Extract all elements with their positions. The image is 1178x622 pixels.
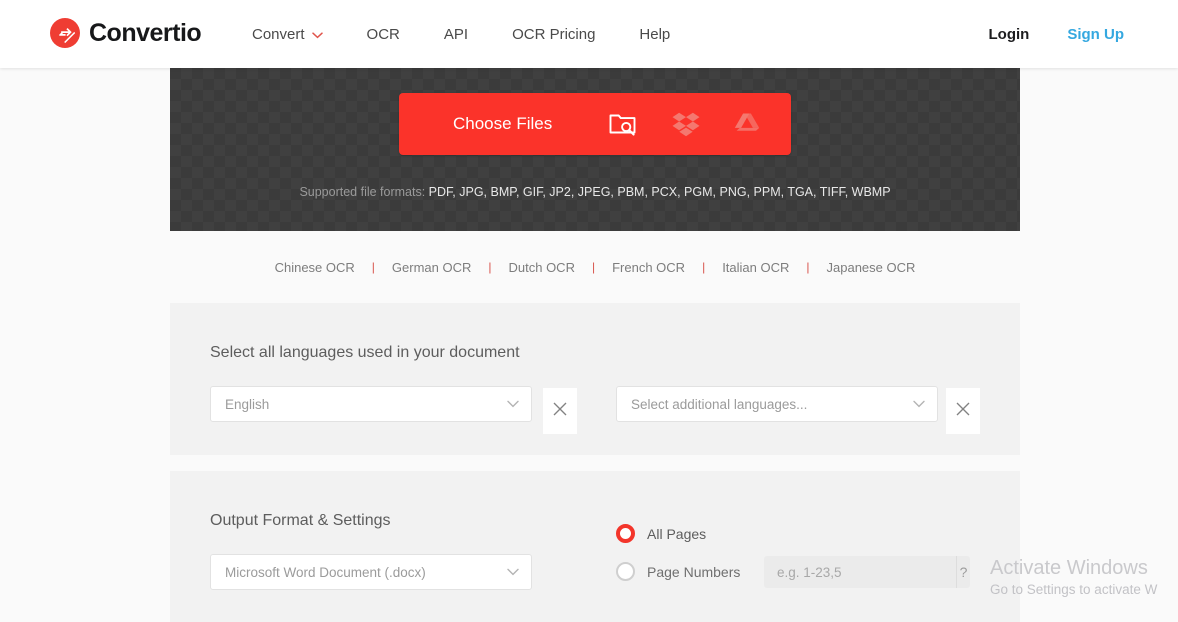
output-settings-panel: Output Format & Settings [170, 471, 1020, 622]
additional-language-select[interactable]: Select additional languages... [616, 386, 938, 422]
supported-formats: Supported file formats: PDF, JPG, BMP, G… [170, 185, 1020, 199]
nav-item-ocr[interactable]: OCR [345, 26, 422, 43]
chevron-down-icon [913, 400, 937, 408]
header-actions: Login Sign Up [989, 0, 1125, 68]
site-header: Convertio Convert OCR API OCR Pricing He… [0, 0, 1178, 68]
nav-item-label: Help [639, 25, 671, 43]
formats-prefix: Supported file formats: [299, 185, 429, 199]
clear-additional-language-button[interactable] [946, 388, 980, 434]
chevron-down-icon [311, 26, 323, 43]
nav-item-help[interactable]: Help [617, 26, 692, 43]
language-selection-panel: Select all languages used in your docume… [170, 303, 1020, 455]
close-icon [552, 401, 568, 422]
close-icon [955, 401, 971, 422]
radio-page-numbers-label: Page Numbers [647, 563, 741, 580]
chevron-down-icon [507, 568, 531, 576]
logo[interactable]: Convertio [50, 18, 202, 48]
nav-item-label: OCR Pricing [512, 25, 596, 43]
convertio-circle-arrows-icon [50, 18, 80, 48]
login-link[interactable]: Login [989, 26, 1030, 43]
additional-language-value: Select additional languages... [631, 396, 808, 412]
page-numbers-help-button[interactable]: ? [956, 556, 970, 588]
clear-primary-language-button[interactable] [543, 388, 577, 434]
nav-item-convert[interactable]: Convert [252, 26, 345, 43]
choose-files-button[interactable]: Choose Files [399, 93, 791, 155]
nav-item-ocr-pricing[interactable]: OCR Pricing [490, 26, 617, 43]
output-format-select[interactable]: Microsoft Word Document (.docx) [210, 554, 532, 590]
radio-page-numbers[interactable]: Page Numbers [616, 562, 740, 581]
page-numbers-input[interactable] [764, 563, 956, 581]
ocr-link-chinese[interactable]: Chinese OCR [258, 260, 372, 275]
logo-text: Convertio [89, 18, 202, 47]
chevron-down-icon [507, 400, 531, 408]
ocr-link-italian[interactable]: Italian OCR [705, 260, 806, 275]
dropbox-icon[interactable] [672, 112, 700, 137]
ocr-link-french[interactable]: French OCR [595, 260, 702, 275]
primary-language-value: English [225, 396, 270, 412]
local-files-icon[interactable] [609, 112, 637, 136]
google-drive-icon[interactable] [734, 112, 760, 136]
radio-all-pages-label: All Pages [647, 525, 707, 542]
nav-item-api[interactable]: API [422, 26, 490, 43]
main-nav: Convert OCR API OCR Pricing Help [252, 0, 692, 68]
nav-item-label: API [443, 25, 469, 43]
ocr-language-links: Chinese OCR | German OCR | Dutch OCR | F… [170, 231, 1020, 303]
ocr-link-japanese[interactable]: Japanese OCR [810, 260, 933, 275]
radio-all-pages-indicator[interactable] [616, 524, 635, 543]
nav-item-label: Convert [252, 25, 305, 43]
upload-dropzone[interactable]: Choose Files Supported file formats: PDF… [170, 68, 1020, 231]
language-panel-title: Select all languages used in your docume… [210, 344, 520, 361]
ocr-link-dutch[interactable]: Dutch OCR [492, 260, 592, 275]
radio-all-pages[interactable]: All Pages [616, 524, 706, 543]
radio-page-numbers-indicator[interactable] [616, 562, 635, 581]
signup-link[interactable]: Sign Up [1067, 26, 1124, 43]
output-panel-title: Output Format & Settings [210, 512, 391, 529]
nav-item-label: OCR [366, 25, 400, 43]
primary-language-select[interactable]: English [210, 386, 532, 422]
output-format-value: Microsoft Word Document (.docx) [225, 564, 426, 580]
choose-files-label: Choose Files [453, 114, 553, 133]
page-numbers-field[interactable]: ? [764, 556, 970, 588]
formats-list: PDF, JPG, BMP, GIF, JP2, JPEG, PBM, PCX,… [428, 185, 891, 199]
ocr-link-german[interactable]: German OCR [375, 260, 488, 275]
